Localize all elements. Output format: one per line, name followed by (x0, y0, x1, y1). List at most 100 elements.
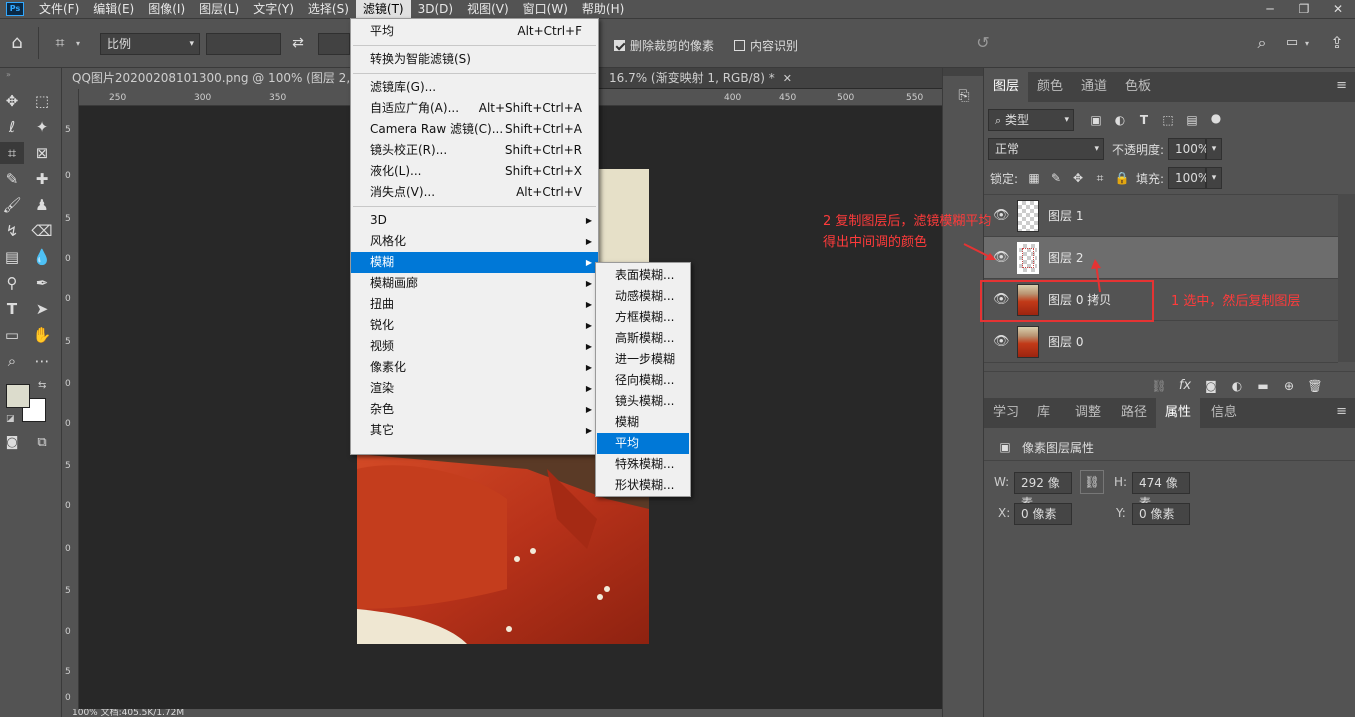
filter-smart-object-icon[interactable]: ▤ (1184, 110, 1200, 130)
filter-menu-item[interactable]: 液化(L)... Shift+Ctrl+X (351, 161, 598, 182)
y-value-input[interactable]: 0 像素 (1132, 503, 1190, 525)
visibility-eye-icon[interactable]: 👁 (993, 334, 1010, 350)
lasso-tool-icon[interactable]: ℓ (0, 116, 24, 138)
blur-menu-item[interactable]: 特殊模糊... (597, 454, 689, 475)
filter-menu-item[interactable]: 自适应广角(A)... Alt+Shift+Ctrl+A (351, 98, 598, 119)
menu-window[interactable]: 窗口(W) (516, 0, 575, 18)
blur-menu-item[interactable]: 进一步模糊 (597, 349, 689, 370)
height-input[interactable] (318, 33, 350, 55)
fill-input[interactable]: 100% (1168, 167, 1209, 189)
blur-menu-item[interactable]: 径向模糊... (597, 370, 689, 391)
blur-menu-item[interactable]: 平均 (597, 433, 689, 454)
width-value-input[interactable]: 292 像素 (1014, 472, 1072, 510)
fx-icon[interactable]: fx (1176, 376, 1194, 396)
healing-brush-icon[interactable]: ✚ (30, 168, 54, 190)
blur-menu-item[interactable]: 表面模糊... (597, 265, 689, 286)
tab-properties[interactable]: 属性 (1156, 398, 1201, 428)
tab-channels[interactable]: 通道 (1072, 72, 1116, 102)
swap-colors-icon[interactable]: ⇆ (38, 380, 46, 391)
filter-menu-item[interactable]: 扭曲 ▶ (351, 294, 598, 315)
share-icon[interactable]: ⇪ (1326, 33, 1348, 53)
filter-toggle-icon[interactable]: ● (1210, 108, 1222, 128)
brush-tool-icon[interactable]: 🖌 (0, 194, 24, 216)
default-colors-icon[interactable]: ◪ (6, 414, 15, 424)
frame-tool-icon[interactable]: ⊠ (30, 142, 54, 164)
blend-mode-select[interactable]: 正常 ▾ (988, 138, 1104, 160)
blur-menu-item[interactable]: 方框模糊... (597, 307, 689, 328)
panel-menu-icon[interactable]: ≡ (1336, 78, 1347, 93)
blur-menu-item[interactable]: 动感模糊... (597, 286, 689, 307)
filter-shape-icon[interactable]: ⬚ (1160, 110, 1176, 130)
filter-menu-item[interactable]: 锐化 ▶ (351, 315, 598, 336)
new-layer-icon[interactable]: ⊕ (1280, 376, 1298, 396)
more-tools-icon[interactable]: ⋯ (30, 350, 54, 372)
link-dimensions-icon[interactable]: ⛓ (1080, 470, 1104, 494)
layer-row[interactable]: 👁 图层 0 (984, 321, 1338, 363)
marquee-tool-icon[interactable]: ⬚ (30, 90, 54, 112)
panel-menu-icon[interactable]: ≡ (1336, 404, 1347, 419)
filter-menu-item[interactable]: 镜头校正(R)... Shift+Ctrl+R (351, 140, 598, 161)
filter-menu-item[interactable]: 视频 ▶ (351, 336, 598, 357)
menu-edit[interactable]: 编辑(E) (86, 0, 141, 18)
lock-all-icon[interactable]: 🔒 (1114, 168, 1130, 188)
blur-tool-icon[interactable]: 💧 (30, 246, 54, 268)
crop-tool-icon[interactable]: ⌗ (48, 33, 72, 53)
hand-tool-icon[interactable]: ✋ (30, 324, 54, 346)
reset-icon[interactable]: ↺ (972, 33, 994, 53)
restore-icon[interactable]: ❐ (1287, 0, 1321, 18)
history-panel-icon[interactable]: ⎘ (953, 86, 975, 106)
filter-pixel-icon[interactable]: ▣ (1088, 110, 1104, 130)
foreground-color-swatch[interactable] (6, 384, 30, 408)
content-aware-checkbox[interactable]: 内容识别 (734, 37, 798, 54)
filter-menu-item[interactable]: 消失点(V)... Alt+Ctrl+V (351, 182, 598, 203)
blur-menu-item[interactable]: 模糊 (597, 412, 689, 433)
document-tab-active[interactable]: QQ图片20200208101300.png @ 100% (图层 2, RG (62, 68, 382, 89)
layers-scrollbar[interactable] (1338, 194, 1355, 362)
filter-menu-item[interactable]: 风格化 ▶ (351, 231, 598, 252)
lock-transparent-icon[interactable]: ▦ (1026, 168, 1042, 188)
filter-menu-item[interactable]: 模糊 ▶ (351, 252, 598, 273)
tab-swatches[interactable]: 色板 (1116, 72, 1160, 102)
ratio-select[interactable]: 比例 ▾ (100, 33, 200, 55)
menu-image[interactable]: 图像(I) (141, 0, 192, 18)
filter-menu-item[interactable]: Camera Raw 滤镜(C)... Shift+Ctrl+A (351, 119, 598, 140)
workspace-icon[interactable]: ▭ (1282, 33, 1302, 53)
crop-tool-icon[interactable]: ⌗ (0, 142, 24, 164)
eraser-tool-icon[interactable]: ⌫ (30, 220, 54, 242)
filter-menu-item[interactable]: 渲染 ▶ (351, 378, 598, 399)
menu-type[interactable]: 文字(Y) (246, 0, 301, 18)
type-tool-icon[interactable]: T (0, 298, 24, 320)
tab-libraries[interactable]: 库 (1028, 398, 1059, 428)
filter-menu-item[interactable]: 平均 Alt+Ctrl+F (351, 21, 598, 42)
screen-mode-icon[interactable]: ⧉ (30, 432, 54, 454)
filter-type-icon[interactable]: T (1136, 110, 1152, 130)
history-brush-icon[interactable]: ↯ (0, 220, 24, 242)
chevron-down-icon[interactable]: ▾ (76, 39, 80, 48)
path-select-icon[interactable]: ➤ (30, 298, 54, 320)
minimize-icon[interactable]: ─ (1253, 0, 1287, 18)
chevron-down-icon[interactable]: ▾ (1206, 138, 1222, 160)
adjustment-layer-icon[interactable]: ◐ (1228, 376, 1246, 396)
gradient-tool-icon[interactable]: ▤ (0, 246, 24, 268)
height-value-input[interactable]: 474 像素 (1132, 472, 1190, 510)
tab-paths[interactable]: 路径 (1112, 398, 1156, 428)
visibility-eye-icon[interactable]: 👁 (993, 208, 1010, 224)
menu-help[interactable]: 帮助(H) (575, 0, 631, 18)
rectangle-tool-icon[interactable]: ▭ (0, 324, 24, 346)
filter-menu-item[interactable]: 转换为智能滤镜(S) (351, 49, 598, 70)
blur-menu-item[interactable]: 镜头模糊... (597, 391, 689, 412)
x-value-input[interactable]: 0 像素 (1014, 503, 1072, 525)
dodge-tool-icon[interactable]: ⚲ (0, 272, 24, 294)
menu-select[interactable]: 选择(S) (301, 0, 356, 18)
filter-menu-item[interactable]: 模糊画廊 ▶ (351, 273, 598, 294)
search-icon[interactable]: ⌕ (1252, 33, 1272, 53)
group-folder-icon[interactable]: ▬ (1254, 376, 1272, 396)
delete-cropped-checkbox[interactable]: 删除裁剪的像素 (614, 37, 714, 54)
document-tab-2[interactable]: 16.7% (渐变映射 1, RGB/8) * ✕ (599, 68, 802, 89)
home-icon[interactable]: ⌂ (6, 33, 28, 53)
filter-adjustment-icon[interactable]: ◐ (1112, 110, 1128, 130)
tab-learn[interactable]: 学习 (984, 398, 1028, 428)
filter-menu-item[interactable]: 3D ▶ (351, 210, 598, 231)
move-tool-icon[interactable]: ✥ (0, 90, 24, 112)
filter-menu-item[interactable]: 其它 ▶ (351, 420, 598, 441)
